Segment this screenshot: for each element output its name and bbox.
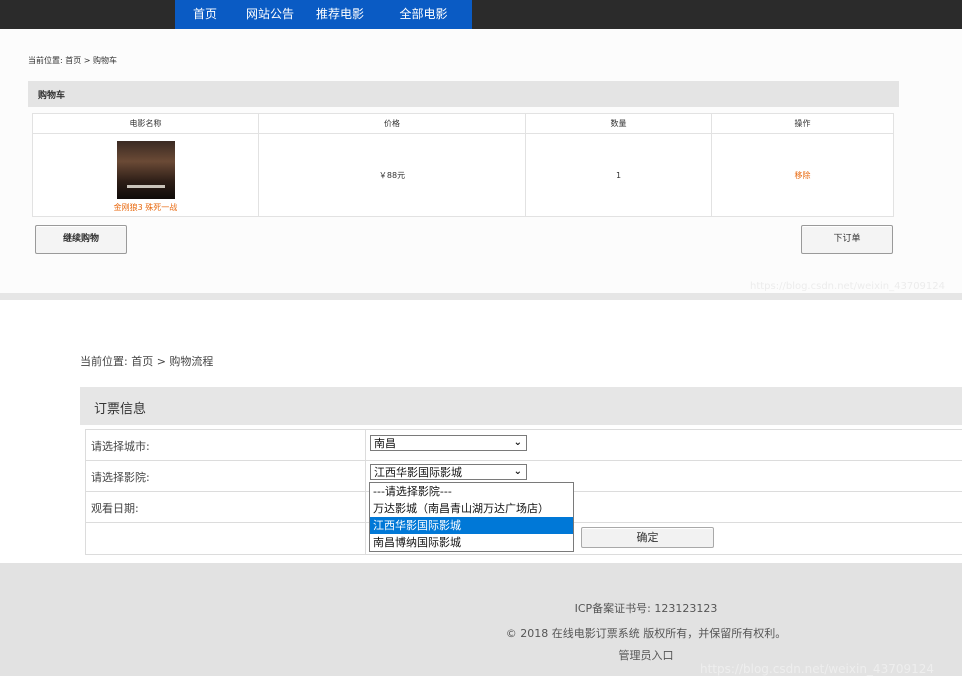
cinema-select[interactable]: 江西华影国际影城 ⌄ (370, 464, 527, 480)
copyright: © 2018 在线电影订票系统 版权所有，并保留所有权利。 (505, 627, 787, 640)
divider (365, 492, 366, 523)
breadcrumb: 当前位置: 首页 > 购物流程 (80, 355, 214, 368)
city-label: 请选择城市: (91, 440, 150, 453)
city-select-value: 南昌 (374, 437, 396, 450)
nav-all-movies[interactable]: 全部电影 (375, 0, 472, 29)
film-cell: 金刚狼3 殊死一战 (32, 133, 259, 217)
place-order-button[interactable]: 下订单 (801, 225, 893, 254)
column-header: 电影名称 (32, 113, 259, 134)
quantity-cell: 1 (525, 133, 712, 217)
film-poster-image[interactable] (116, 141, 175, 199)
column-header: 操作 (711, 113, 894, 134)
icp-number: ICP备案证书号: 123123123 (574, 602, 718, 615)
chevron-down-icon: ⌄ (513, 466, 522, 477)
action-cell: 移除 (711, 133, 894, 217)
column-header: 数量 (525, 113, 712, 134)
cart-table: 电影名称 价格 数量 操作 金刚狼3 殊死一战 ￥88元 1 移除 (32, 113, 894, 217)
divider (365, 461, 366, 492)
confirm-button[interactable]: 确定 (581, 527, 714, 548)
cinema-option[interactable]: 万达影城（南昌青山湖万达广场店） (370, 500, 573, 517)
watermark: https://blog.csdn.net/weixin_43709124 (700, 662, 935, 676)
top-nav-bar (0, 0, 962, 29)
main-nav: 首页 网站公告 推荐电影 全部电影 (175, 0, 472, 29)
cinema-label: 请选择影院: (91, 471, 150, 484)
city-select[interactable]: 南昌 ⌄ (370, 435, 527, 451)
cinema-option[interactable]: 南昌博纳国际影城 (370, 534, 573, 551)
admin-entry-link[interactable]: 管理员入口 (0, 647, 962, 663)
watermark: https://blog.csdn.net/weixin_43709124 (750, 281, 946, 292)
nav-announcements[interactable]: 网站公告 (235, 0, 305, 29)
ticket-info-header: 订票信息 (80, 387, 962, 425)
panel-title: 购物车 (38, 91, 66, 101)
breadcrumb: 当前位置: 首页 > 购物车 (28, 56, 118, 65)
divider (365, 430, 366, 461)
continue-shopping-button[interactable]: 继续购物 (35, 225, 127, 254)
cinema-option-selected[interactable]: 江西华影国际影城 (370, 517, 573, 534)
cinema-select-value: 江西华影国际影城 (374, 466, 462, 479)
cart-panel-header: 购物车 (28, 81, 899, 107)
column-header: 价格 (258, 113, 526, 134)
nav-home[interactable]: 首页 (175, 0, 235, 29)
remove-link[interactable]: 移除 (795, 171, 811, 180)
film-title-link[interactable]: 金刚狼3 殊死一战 (33, 202, 258, 213)
chevron-down-icon: ⌄ (513, 437, 522, 448)
divider (365, 523, 366, 554)
panel-title: 订票信息 (94, 402, 147, 417)
price-cell: ￥88元 (258, 133, 526, 217)
date-label: 观看日期: (91, 502, 139, 515)
cinema-option[interactable]: ---请选择影院--- (370, 483, 573, 500)
table-row: 金刚狼3 殊死一战 ￥88元 1 移除 (32, 133, 894, 217)
cinema-dropdown-list: ---请选择影院--- 万达影城（南昌青山湖万达广场店） 江西华影国际影城 南昌… (369, 482, 574, 552)
section-divider (0, 293, 962, 300)
nav-recommended[interactable]: 推荐电影 (305, 0, 375, 29)
